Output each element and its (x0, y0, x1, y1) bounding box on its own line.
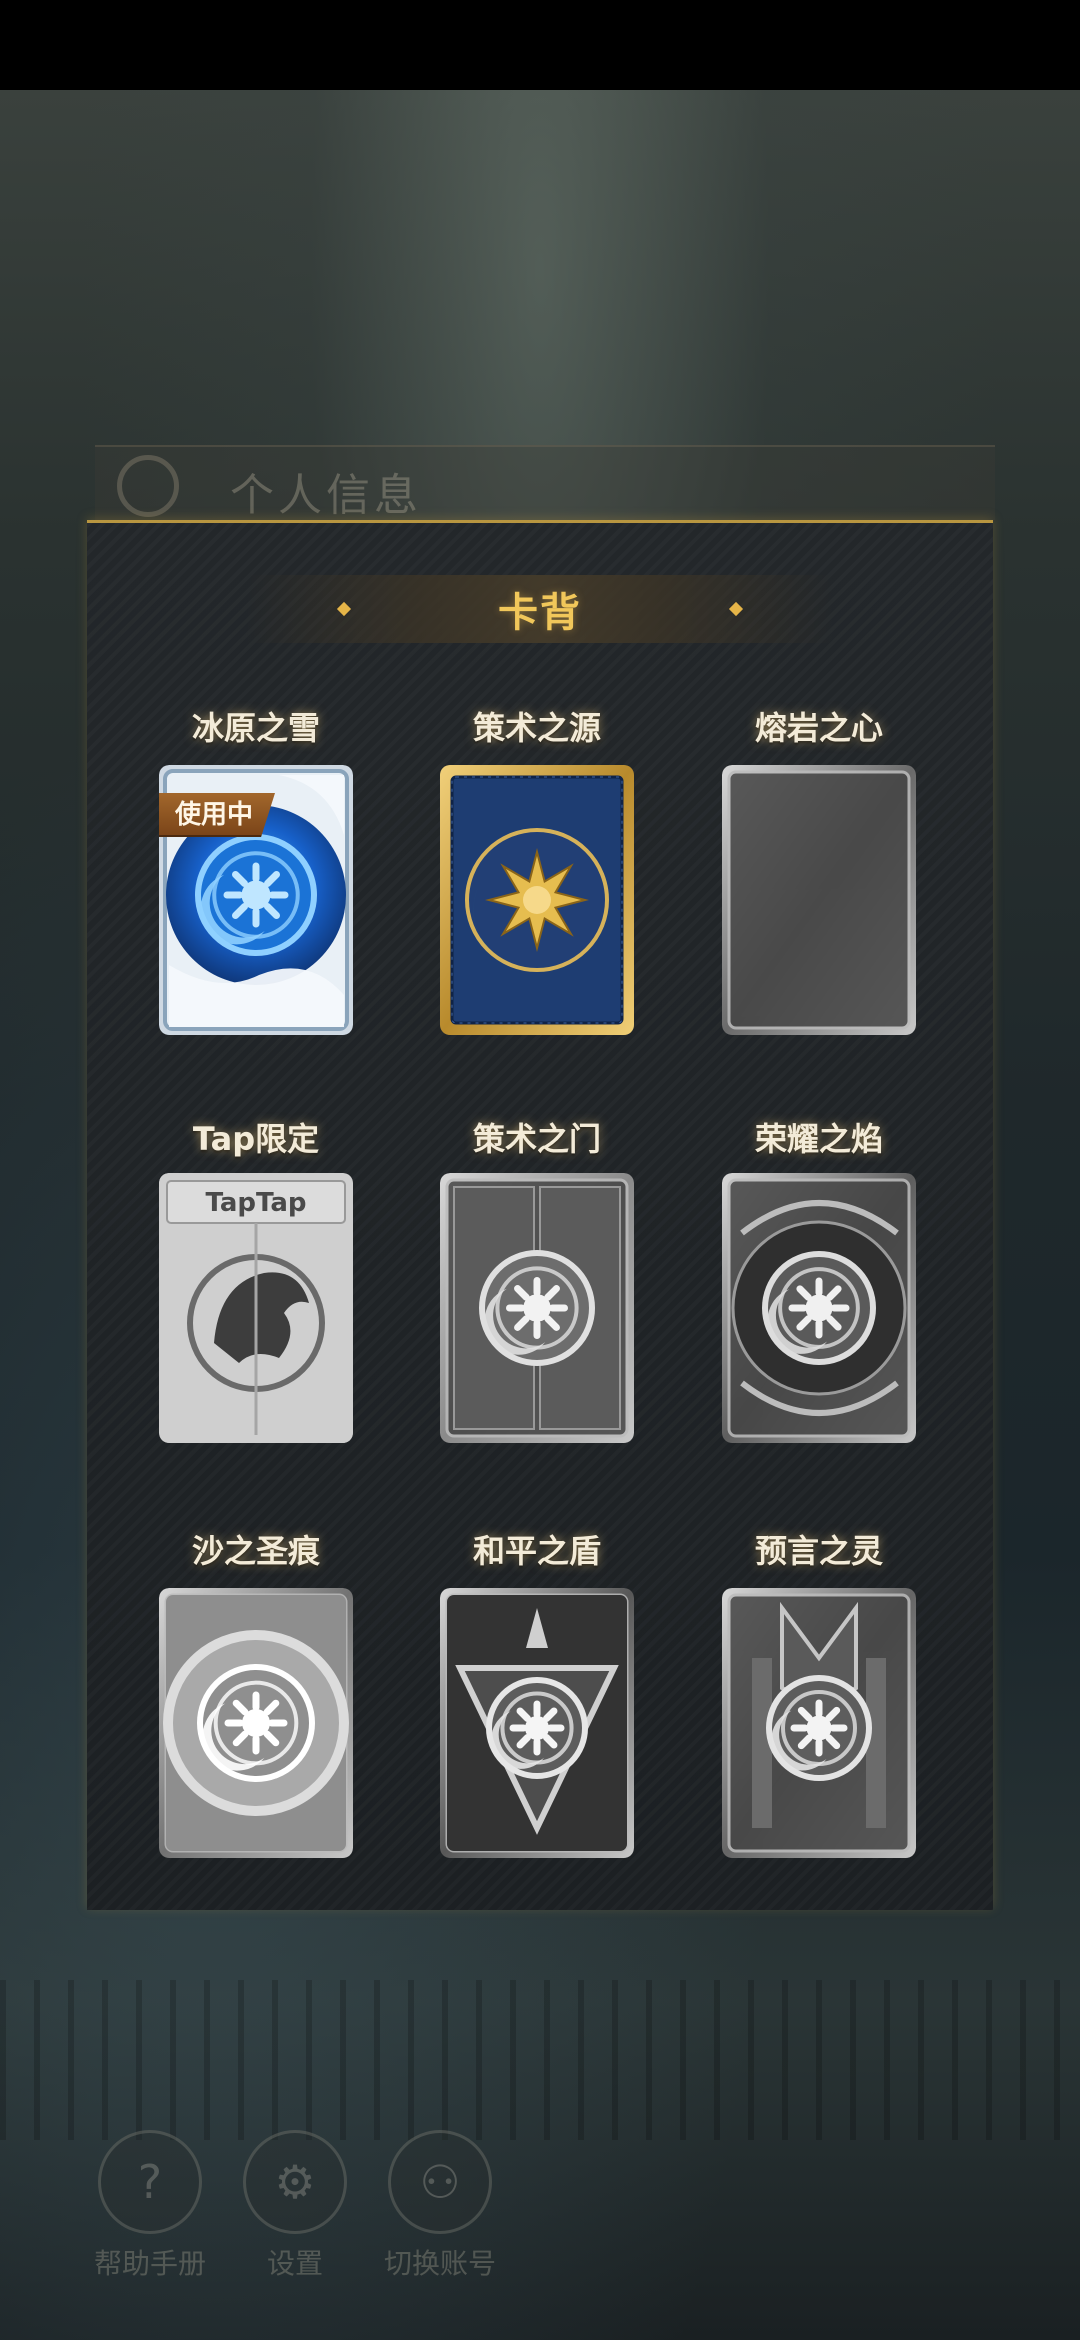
card-back-art (159, 1588, 353, 1858)
card-back-option[interactable]: TapTap (159, 1173, 353, 1443)
card-back-name: Tap限定 (192, 1120, 320, 1158)
card-back-name: 策术之门 (472, 1120, 601, 1158)
svg-text:TapTap: TapTap (205, 1188, 306, 1218)
card-back-option[interactable] (722, 765, 916, 1035)
card-back-name: 熔岩之心 (754, 709, 883, 747)
card-back-art (440, 1173, 634, 1443)
help-manual-icon: ? (98, 2130, 202, 2234)
card-back-art (440, 765, 634, 1035)
profile-icon (117, 455, 179, 517)
switch-account-icon: ⚇ (388, 2130, 492, 2234)
card-back-name: 沙之圣痕 (191, 1532, 320, 1570)
background-page-header: 个人信息 (95, 445, 995, 521)
card-back-art: TapTap (159, 1173, 353, 1443)
card-back-art (722, 1173, 916, 1443)
card-back-name: 策术之源 (472, 709, 601, 747)
bottom-nav: ? 帮助手册 ⚙ 设置 ⚇ 切换账号 (90, 2130, 510, 2280)
card-back-option[interactable] (440, 765, 634, 1035)
background-fence (0, 1980, 1080, 2140)
panel-title: 卡背 (498, 590, 582, 636)
card-back-option[interactable]: 使用中 (159, 765, 353, 1035)
card-back-name: 和平之盾 (472, 1532, 601, 1570)
diamond-ornament-icon (728, 601, 744, 617)
diamond-ornament-icon (336, 601, 352, 617)
nav-label: 帮助手册 (93, 2247, 206, 2280)
card-back-panel: 卡背 冰原之雪使用中 策术之源 熔岩之心 Tap限定 TapTap 策术之门 荣耀之焰沙之圣… (87, 520, 993, 1910)
card-back-option[interactable] (722, 1588, 916, 1858)
card-back-option[interactable] (440, 1173, 634, 1443)
nav-switch-account[interactable]: ⚇ 切换账号 (380, 2130, 500, 2282)
card-back-name: 预言之灵 (754, 1532, 883, 1570)
gear-icon: ⚙ (243, 2130, 347, 2234)
nav-help-manual[interactable]: ? 帮助手册 (90, 2130, 210, 2282)
card-back-art (440, 1588, 634, 1858)
nav-settings[interactable]: ⚙ 设置 (235, 2130, 355, 2282)
panel-title-bar: 卡背 (247, 575, 833, 643)
card-back-option[interactable] (440, 1588, 634, 1858)
status-bar (0, 0, 1080, 90)
card-back-art (722, 1588, 916, 1858)
card-back-name: 荣耀之焰 (754, 1120, 883, 1158)
card-back-art (722, 765, 916, 1035)
card-back-option[interactable] (159, 1588, 353, 1858)
background-page-title: 个人信息 (230, 470, 422, 521)
in-use-badge: 使用中 (159, 793, 276, 837)
nav-label: 设置 (266, 2247, 323, 2280)
card-back-option[interactable] (722, 1173, 916, 1443)
card-back-name: 冰原之雪 (191, 709, 320, 747)
nav-label: 切换账号 (383, 2247, 496, 2280)
